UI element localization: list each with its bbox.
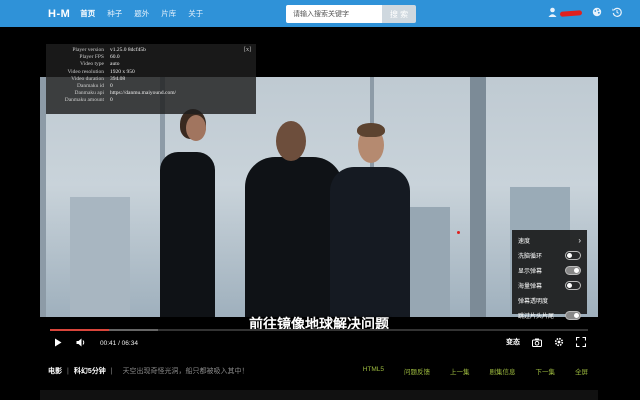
breadcrumb-separator: | — [110, 367, 113, 375]
info-key: Player version — [72, 47, 104, 53]
screenshot-icon[interactable] — [532, 338, 542, 349]
video-title[interactable]: 科幻5分钟 — [74, 366, 106, 376]
html5-link[interactable]: HTML5 — [363, 366, 384, 376]
setting-speed[interactable]: 速度 › — [518, 233, 581, 248]
prev-episode-link[interactable]: 上一集 — [450, 366, 470, 376]
setting-label: 洗脑循环 — [518, 254, 543, 260]
video-player[interactable]: [x] Player version v1.25.0 8dcf45b Player… — [40, 40, 598, 352]
person-face — [186, 115, 206, 141]
next-episode-link[interactable]: 下一集 — [536, 366, 556, 376]
player-controls: 00:41 / 06:34 变态 — [40, 334, 598, 352]
search-box: 搜 索 — [286, 5, 416, 23]
info-value: 0 — [110, 97, 113, 104]
progress-bar[interactable] — [50, 329, 588, 331]
setting-label: 跳过片头片尾 — [518, 314, 555, 320]
volume-icon[interactable] — [76, 338, 86, 349]
person-hair — [357, 123, 385, 137]
person-man-back — [245, 157, 343, 317]
progress-played — [50, 329, 110, 331]
info-row: Player FPS 60.0 — [52, 54, 250, 61]
person-woman — [160, 152, 215, 317]
search-input[interactable] — [286, 5, 382, 23]
info-key: Danmaku api — [74, 90, 104, 97]
chevron-right-icon: › — [578, 236, 581, 245]
setting-massive-danmaku[interactable]: 海量弹幕 — [518, 278, 581, 293]
setting-label: 速度 — [518, 239, 531, 245]
category-link[interactable]: 电影 — [48, 366, 62, 376]
info-row: Danmaku id 0 — [52, 83, 250, 90]
main-nav: 首页 种子 题外 片库 关于 — [80, 8, 215, 19]
top-right-icons — [538, 7, 622, 20]
setting-label: 弹幕透明度 — [518, 299, 549, 305]
nav-item-library[interactable]: 片库 — [161, 8, 176, 19]
info-row: Danmaku amount 0 — [52, 97, 250, 104]
toggle-switch[interactable] — [565, 266, 581, 275]
site-logo[interactable]: H-M — [48, 8, 70, 20]
player-links: HTML5 问题反馈 上一集 剧集信息 下一集 全屏 — [343, 366, 588, 376]
user-icon — [548, 7, 557, 20]
nav-item-about[interactable]: 关于 — [188, 8, 203, 19]
info-key: Video duration — [71, 75, 104, 82]
setting-skip-intro[interactable]: 跳过片头片尾 — [518, 308, 581, 323]
person-man-suit — [330, 167, 410, 317]
window-frame — [470, 77, 486, 317]
info-key: Danmaku amount — [64, 97, 104, 104]
speed-button[interactable]: 变态 — [506, 338, 520, 348]
player-info-panel: [x] Player version v1.25.0 8dcf45b Player… — [46, 44, 256, 114]
episode-info-link[interactable]: 剧集信息 — [490, 366, 516, 376]
toggle-switch[interactable] — [565, 311, 581, 320]
info-value: 1920 x 950 — [110, 68, 135, 75]
setting-loop[interactable]: 洗脑循环 — [518, 248, 581, 263]
top-navigation-bar: H-M 首页 种子 题外 片库 关于 搜 索 — [0, 0, 640, 27]
info-key: Danmaku id — [76, 83, 104, 90]
city-building — [70, 197, 130, 317]
info-value: v1.25.0 8dcf45b — [110, 47, 146, 53]
setting-danmaku-opacity[interactable]: 弹幕透明度 — [518, 293, 581, 308]
nav-item-home[interactable]: 首页 — [80, 8, 95, 19]
user-menu[interactable] — [538, 7, 583, 20]
video-info-bar: 电影 | 科幻5分钟 | 天空出现奇怪光洞，船只都被吸入其中！ HTML5 问题… — [40, 362, 598, 380]
info-value: https://danmu.maiyound.com/ — [110, 90, 176, 97]
info-row: Danmaku api https://danmu.maiyound.com/ — [52, 90, 250, 97]
toggle-switch[interactable] — [565, 281, 581, 290]
video-subtitle: 前往镜像地球解决问题 — [249, 316, 389, 332]
gear-icon[interactable] — [554, 337, 564, 349]
info-key: Video type — [80, 61, 104, 68]
info-row: Video duration 394.08 — [52, 76, 250, 83]
feedback-link[interactable]: 问题反馈 — [404, 366, 430, 376]
bottom-strip — [40, 390, 598, 400]
nav-item-topics[interactable]: 题外 — [134, 8, 149, 19]
info-key: Player FPS — [79, 54, 104, 61]
info-value: 0 — [110, 83, 113, 90]
info-row: Video type auto — [52, 61, 250, 68]
setting-show-danmaku[interactable]: 显示弹幕 — [518, 263, 581, 278]
player-settings-menu: 速度 › 洗脑循环 显示弹幕 海量弹幕 弹幕透明度 跳过片头片尾 — [512, 230, 587, 320]
info-value: 60.0 — [110, 54, 120, 61]
info-value: 394.08 — [110, 75, 126, 82]
nav-item-seeds[interactable]: 种子 — [107, 8, 122, 19]
play-icon[interactable] — [54, 338, 62, 349]
breadcrumb-separator: | — [67, 367, 69, 375]
info-row: Player version v1.25.0 8dcf45b — [52, 47, 250, 54]
fullscreen-icon[interactable] — [575, 336, 587, 349]
theme-icon[interactable] — [592, 7, 602, 20]
person-head — [276, 121, 306, 161]
search-button[interactable]: 搜 索 — [382, 5, 416, 23]
close-info-button[interactable]: [x] — [244, 47, 251, 53]
time-display: 00:41 / 06:34 — [100, 339, 138, 347]
info-value: auto — [110, 61, 120, 68]
fullscreen-link[interactable]: 全屏 — [575, 366, 588, 376]
redacted-username — [559, 10, 583, 17]
info-key: Video resolution — [67, 68, 104, 75]
info-row: Video resolution 1920 x 950 — [52, 69, 250, 76]
page: H-M 首页 种子 题外 片库 关于 搜 索 — [0, 0, 640, 400]
red-marker-dot — [457, 231, 460, 234]
setting-label: 显示弹幕 — [518, 269, 543, 275]
toggle-switch[interactable] — [565, 251, 581, 260]
video-description: 天空出现奇怪光洞，船只都被吸入其中！ — [122, 368, 249, 375]
setting-label: 海量弹幕 — [518, 284, 543, 290]
player-controls-right: 变态 — [494, 336, 587, 349]
history-icon[interactable] — [612, 7, 622, 20]
